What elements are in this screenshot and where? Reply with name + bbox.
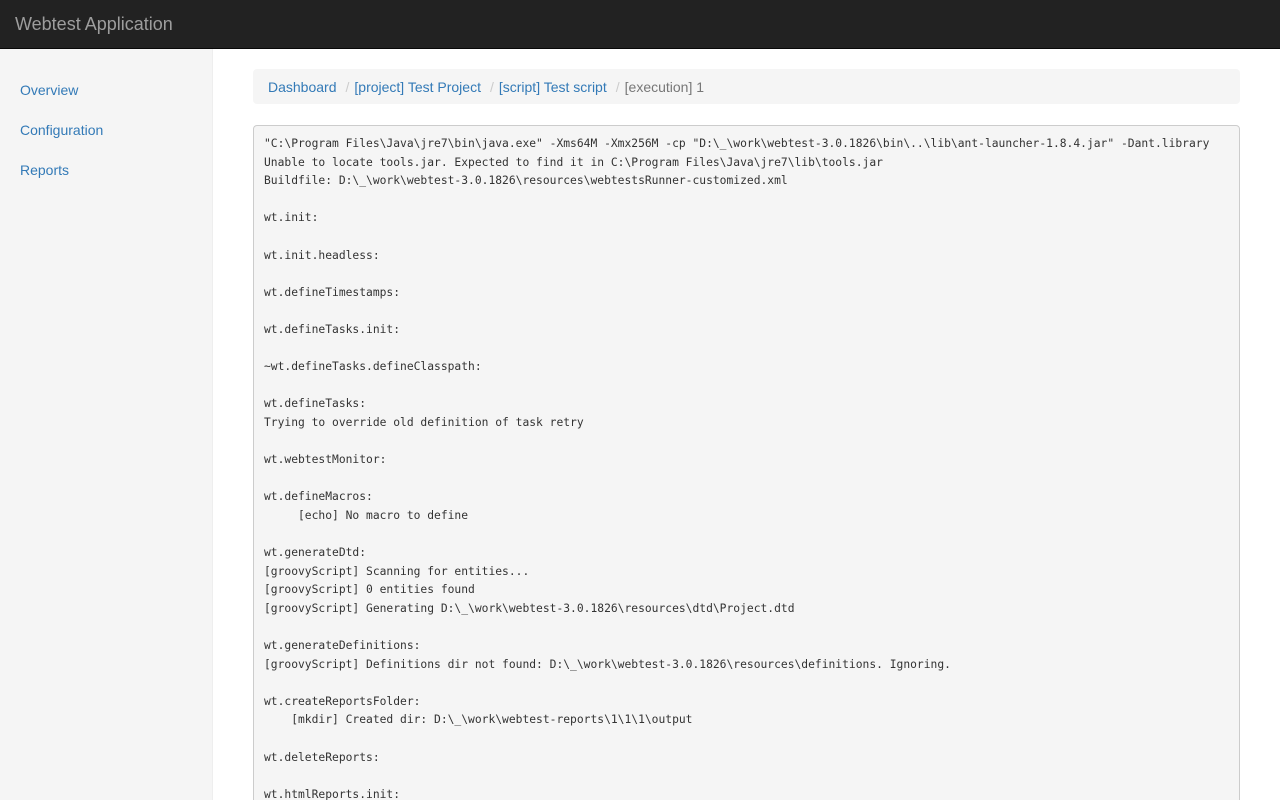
console-line: wt.defineTimestamps: bbox=[264, 285, 401, 299]
breadcrumb-separator: / bbox=[489, 78, 494, 95]
console-line: wt.defineMacros: bbox=[264, 490, 373, 504]
execution-output-console[interactable]: "C:\Program Files\Java\jre7\bin\java.exe… bbox=[253, 125, 1240, 800]
sidebar-link-overview[interactable]: Overview bbox=[0, 69, 212, 109]
breadcrumb-separator: / bbox=[615, 78, 620, 95]
sidebar-item-reports: Reports bbox=[0, 149, 212, 189]
console-line: wt.init: bbox=[264, 211, 319, 225]
console-line: [groovyScript] Scanning for entities... bbox=[264, 564, 530, 578]
console-line: wt.htmlReports.init: bbox=[264, 787, 401, 800]
breadcrumb-dashboard-link[interactable]: Dashboard bbox=[268, 77, 337, 97]
console-line: "C:\Program Files\Java\jre7\bin\java.exe… bbox=[264, 137, 1210, 150]
breadcrumb-project-link[interactable]: [project] Test Project bbox=[354, 77, 481, 97]
console-line: [groovyScript] Generating D:\_\work\webt… bbox=[264, 601, 795, 615]
console-line: Trying to override old definition of tas… bbox=[264, 415, 584, 429]
console-line: [mkdir] Created dir: D:\_\work\webtest-r… bbox=[264, 713, 693, 727]
console-line: wt.init.headless: bbox=[264, 248, 380, 262]
console-line: wt.deleteReports: bbox=[264, 750, 380, 764]
breadcrumb-script-link[interactable]: [script] Test script bbox=[499, 77, 607, 97]
top-navbar: Webtest Application bbox=[0, 0, 1280, 49]
console-line: wt.generateDtd: bbox=[264, 546, 367, 560]
console-line: wt.createReportsFolder: bbox=[264, 694, 421, 708]
sidebar: Overview Configuration Reports bbox=[0, 49, 213, 800]
sidebar-link-configuration[interactable]: Configuration bbox=[0, 109, 212, 149]
breadcrumb: Dashboard / [project] Test Project / [sc… bbox=[253, 69, 1240, 104]
console-line: [groovyScript] 0 entities found bbox=[264, 583, 475, 597]
sidebar-item-configuration: Configuration bbox=[0, 109, 212, 149]
sidebar-nav: Overview Configuration Reports bbox=[0, 49, 212, 189]
console-line: wt.defineTasks: bbox=[264, 397, 367, 411]
console-line: [echo] No macro to define bbox=[264, 508, 469, 522]
sidebar-item-overview: Overview bbox=[0, 69, 212, 109]
console-line: wt.webtestMonitor: bbox=[264, 453, 387, 467]
console-line: [groovyScript] Definitions dir not found… bbox=[264, 657, 951, 671]
console-line: wt.generateDefinitions: bbox=[264, 639, 421, 653]
sidebar-link-reports[interactable]: Reports bbox=[0, 149, 212, 189]
app-brand-link[interactable]: Webtest Application bbox=[15, 14, 173, 34]
breadcrumb-current-execution: [execution] 1 bbox=[624, 78, 705, 95]
breadcrumb-separator: / bbox=[345, 78, 350, 95]
console-line: ~wt.defineTasks.defineClasspath: bbox=[264, 360, 482, 374]
console-line: wt.defineTasks.init: bbox=[264, 322, 401, 336]
console-line: Buildfile: D:\_\work\webtest-3.0.1826\re… bbox=[264, 174, 788, 188]
console-line: Unable to locate tools.jar. Expected to … bbox=[264, 155, 883, 169]
